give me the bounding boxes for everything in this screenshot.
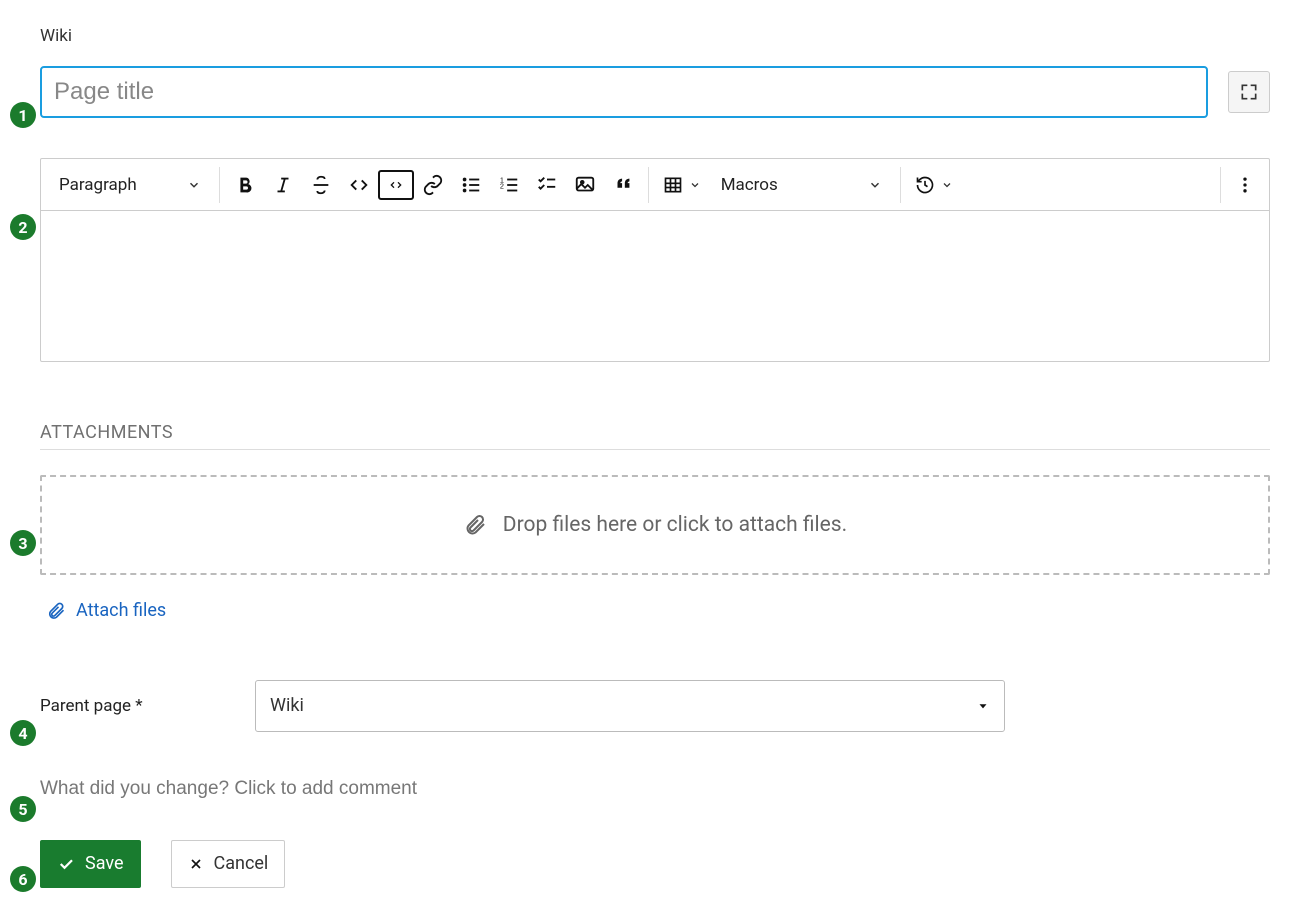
code-icon [348, 174, 370, 196]
page-title-input[interactable] [40, 66, 1208, 118]
separator [648, 167, 649, 203]
task-list-button[interactable] [528, 165, 566, 205]
close-icon [188, 856, 204, 872]
dropzone-text: Drop files here or click to attach files… [503, 513, 847, 537]
editor-toolbar: Paragraph [41, 159, 1269, 211]
bullet-list-button[interactable] [452, 165, 490, 205]
macros-select[interactable]: Macros [709, 165, 894, 205]
cancel-button[interactable]: Cancel [171, 840, 286, 888]
separator [1220, 167, 1221, 203]
chevron-down-icon [187, 178, 201, 192]
table-icon [663, 175, 683, 195]
code-block-icon [388, 175, 404, 195]
block-format-select[interactable]: Paragraph [47, 165, 213, 205]
quote-icon [612, 174, 634, 196]
history-button[interactable] [907, 165, 961, 205]
strikethrough-button[interactable] [302, 165, 340, 205]
cancel-label: Cancel [214, 853, 269, 874]
chevron-down-icon [941, 179, 953, 191]
more-vertical-icon [1235, 175, 1255, 195]
bold-button[interactable] [226, 165, 264, 205]
bold-icon [234, 174, 256, 196]
ordered-list-icon: 12 [498, 174, 520, 196]
svg-text:2: 2 [500, 181, 504, 190]
badge-2: 2 [10, 214, 36, 240]
attach-files-label: Attach files [76, 600, 166, 621]
strikethrough-icon [310, 174, 332, 196]
badge-1: 1 [10, 102, 36, 128]
attachments-heading: ATTACHMENTS [40, 422, 1270, 450]
change-comment-input[interactable] [40, 774, 1270, 804]
badge-6: 6 [10, 866, 36, 892]
separator [900, 167, 901, 203]
more-button[interactable] [1227, 165, 1263, 205]
separator [219, 167, 220, 203]
chevron-down-icon [689, 179, 701, 191]
image-button[interactable] [566, 165, 604, 205]
dropdown-icon [976, 699, 990, 713]
attach-files-link[interactable]: Attach files [40, 600, 166, 621]
fullscreen-button[interactable] [1228, 71, 1270, 113]
italic-icon [272, 174, 294, 196]
quote-button[interactable] [604, 165, 642, 205]
table-button[interactable] [655, 165, 709, 205]
code-block-button[interactable] [378, 170, 414, 200]
macros-label: Macros [721, 175, 778, 195]
editor-content-area[interactable] [41, 211, 1269, 361]
badge-3: 3 [10, 530, 36, 556]
parent-page-label: Parent page * [40, 696, 245, 716]
attachments-dropzone[interactable]: Drop files here or click to attach files… [40, 475, 1270, 575]
italic-button[interactable] [264, 165, 302, 205]
save-button[interactable]: Save [40, 840, 141, 888]
paperclip-icon [463, 513, 487, 537]
task-list-icon [536, 174, 558, 196]
code-inline-button[interactable] [340, 165, 378, 205]
image-icon [574, 174, 596, 196]
breadcrumb[interactable]: Wiki [40, 20, 1270, 66]
chevron-down-icon [868, 178, 882, 192]
parent-page-select[interactable]: Wiki [255, 680, 1005, 732]
paperclip-icon [46, 601, 66, 621]
parent-page-value: Wiki [270, 695, 304, 716]
bullet-list-icon [460, 174, 482, 196]
block-format-label: Paragraph [59, 175, 137, 195]
history-icon [915, 175, 935, 195]
save-label: Save [85, 853, 124, 874]
badge-5: 5 [10, 796, 36, 822]
ordered-list-button[interactable]: 12 [490, 165, 528, 205]
check-icon [57, 855, 75, 873]
expand-icon [1239, 82, 1259, 102]
link-button[interactable] [414, 165, 452, 205]
rich-text-editor: Paragraph [40, 158, 1270, 362]
link-icon [422, 174, 444, 196]
badge-4: 4 [10, 720, 36, 746]
